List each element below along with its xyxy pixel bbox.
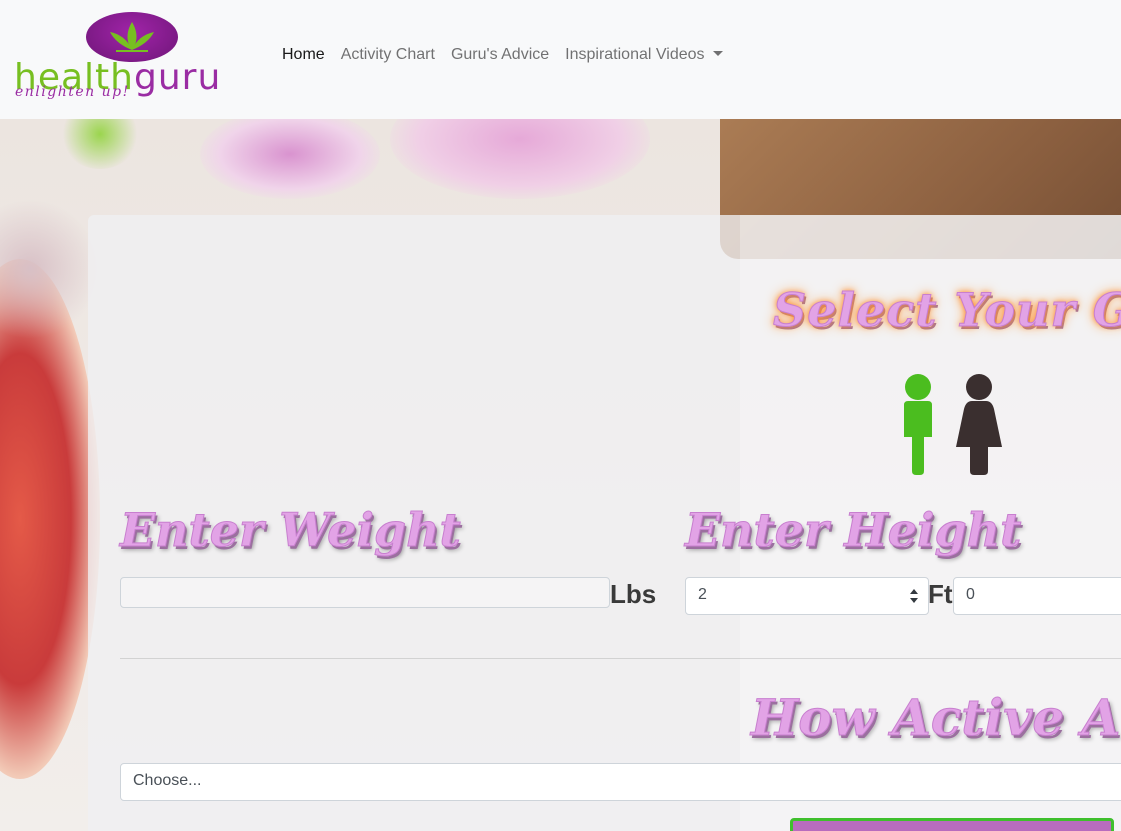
main-nav: Home Activity Chart Guru's Advice Inspir… — [282, 46, 739, 64]
activity-title: How Active Are You — [750, 688, 1121, 748]
height-inches-value: 0 — [966, 586, 975, 603]
height-feet-value: 2 — [698, 586, 707, 603]
gender-selector — [896, 371, 1016, 475]
activity-level-value: Choose... — [133, 772, 202, 789]
height-title: Enter Height — [684, 503, 1022, 558]
chevron-down-icon — [712, 51, 723, 56]
weight-input[interactable] — [120, 577, 610, 608]
lotus-badge-icon — [86, 12, 178, 62]
healthguru-logo[interactable]: healthguru enlighten up! — [12, 10, 252, 104]
select-arrows-icon — [910, 589, 918, 603]
nav-home[interactable]: Home — [282, 46, 325, 64]
height-feet-unit-label: Ft — [928, 579, 953, 609]
activity-level-select[interactable]: Choose... — [120, 763, 1121, 801]
nav-inspirational-videos[interactable]: Inspirational Videos — [565, 46, 723, 64]
male-icon[interactable] — [904, 374, 932, 475]
nav-inspirational-videos-label: Inspirational Videos — [565, 46, 705, 63]
weight-title: Enter Weight — [120, 503, 462, 558]
height-inches-select[interactable]: 0 — [953, 577, 1121, 615]
nav-activity-chart[interactable]: Activity Chart — [341, 46, 435, 64]
female-icon[interactable] — [956, 374, 1002, 475]
nav-gurus-advice[interactable]: Guru's Advice — [451, 46, 549, 64]
brand-tagline: enlighten up! — [15, 84, 130, 100]
height-feet-select[interactable]: 2 — [685, 577, 929, 615]
calculator-card: Select Your Gender Enter Weight Enter He… — [88, 215, 1121, 831]
weight-unit-label: Lbs — [610, 579, 657, 609]
navbar: healthguru enlighten up! Home Activity C… — [0, 0, 1121, 119]
section-divider — [120, 658, 1121, 659]
gender-title: Select Your Gender — [772, 283, 1121, 338]
calculate-button[interactable] — [790, 818, 1114, 831]
